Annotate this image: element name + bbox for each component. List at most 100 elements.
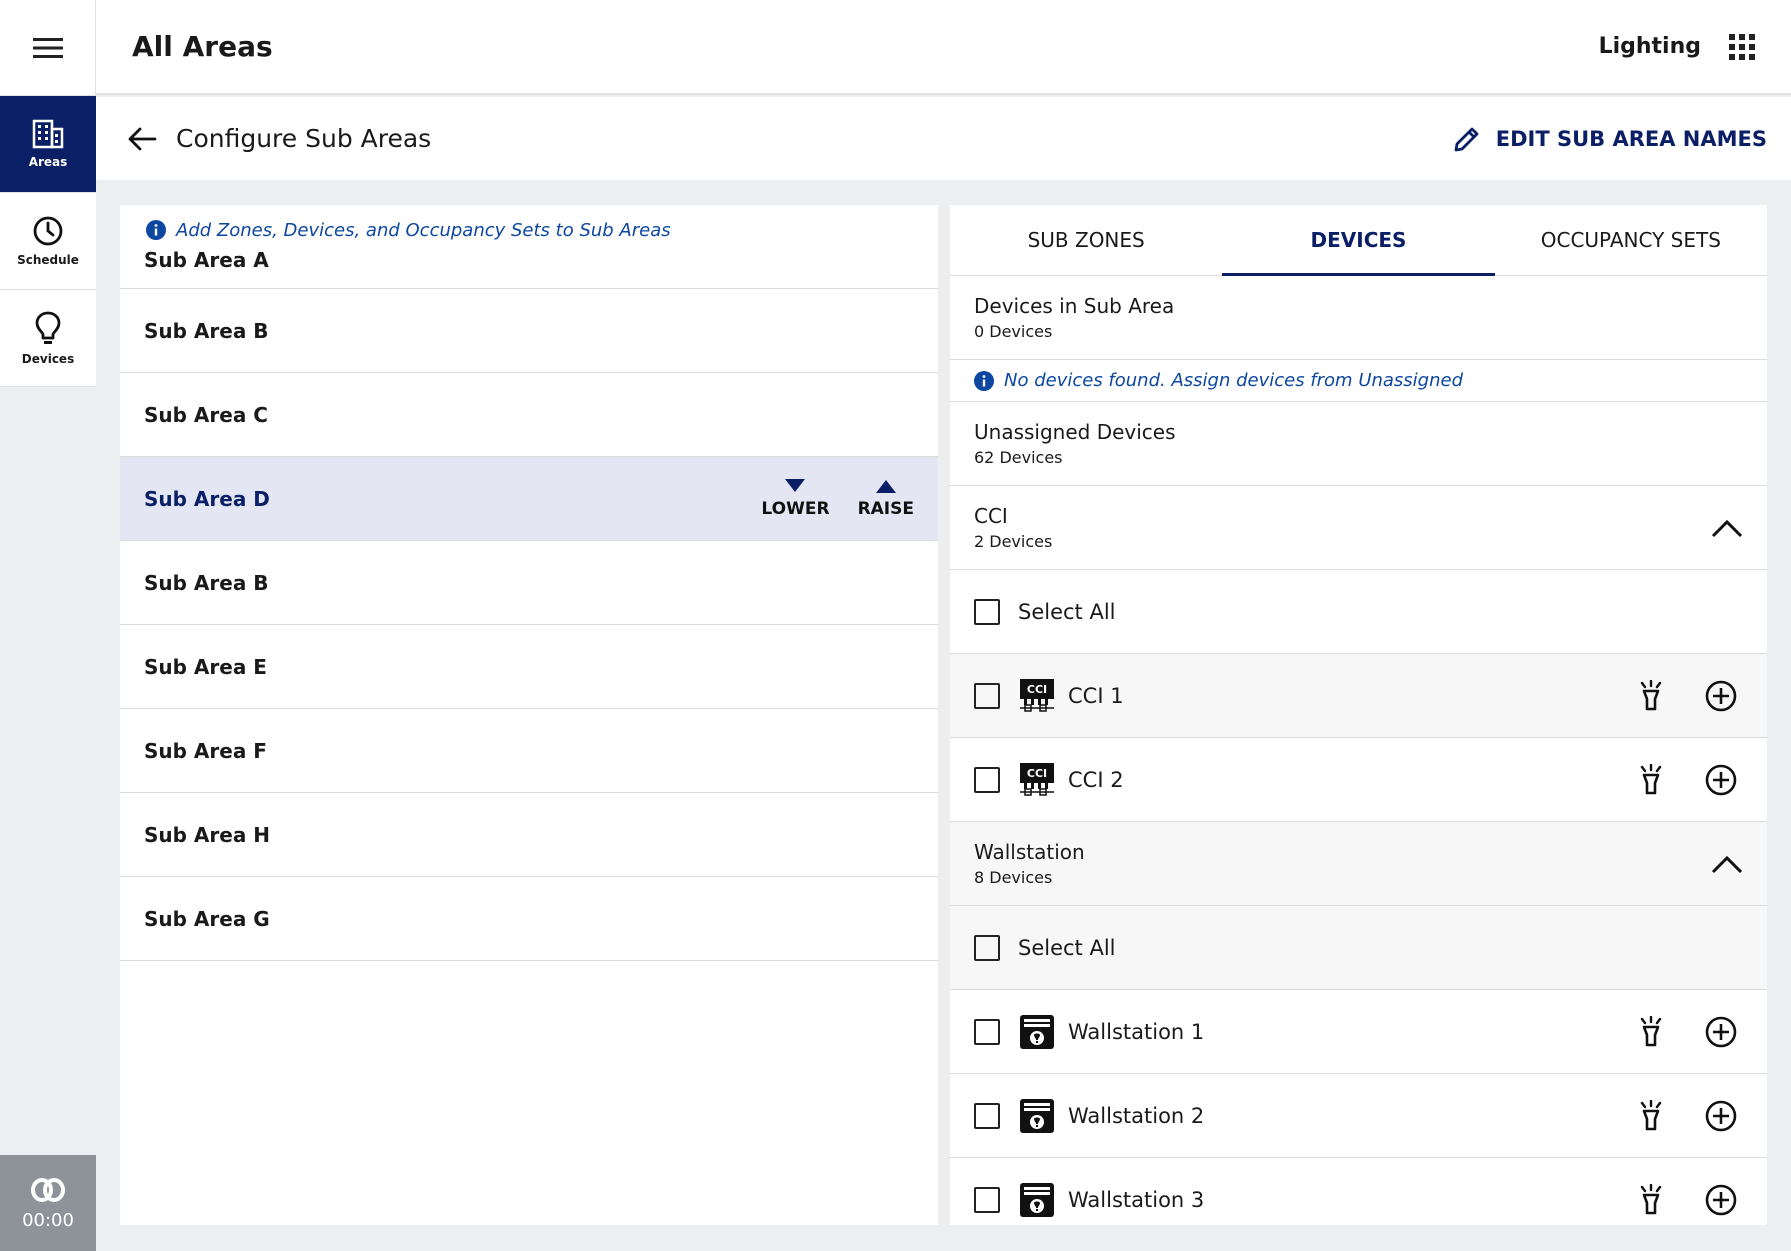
- rail-label-devices: Devices: [21, 352, 75, 366]
- list-item-selected[interactable]: Sub Area D LOWER RAISE: [120, 457, 938, 541]
- cci-device-icon: CCI: [1020, 762, 1054, 796]
- device-checkbox[interactable]: [974, 682, 1000, 709]
- context-label[interactable]: Lighting: [1599, 34, 1701, 59]
- unassigned-title: Unassigned Devices: [974, 420, 1176, 444]
- apps-grid-icon[interactable]: [1729, 33, 1755, 60]
- flashlight-icon: [1640, 763, 1662, 794]
- select-all-checkbox[interactable]: [974, 598, 1000, 625]
- device-checkbox[interactable]: [974, 1186, 1000, 1213]
- session-timer[interactable]: 00:00: [0, 1155, 96, 1251]
- list-item[interactable]: Sub Area F: [120, 709, 938, 793]
- edit-label: EDIT SUB AREA NAMES: [1495, 126, 1767, 151]
- sub-area-list: Sub Area A Sub Area B Sub Area C Sub Are…: [120, 241, 938, 961]
- rail-item-areas[interactable]: Areas: [0, 96, 96, 193]
- device-name: CCI 2: [1068, 767, 1124, 792]
- back-button[interactable]: [122, 119, 162, 159]
- list-item[interactable]: Sub Area B: [120, 541, 938, 625]
- add-to-sub-area-button[interactable]: [1699, 758, 1743, 802]
- unassigned-count: 62 Devices: [974, 448, 1063, 467]
- info-icon: [974, 370, 994, 391]
- triangle-up-icon: [875, 479, 896, 493]
- sub-area-name: Sub Area C: [144, 402, 268, 427]
- list-item[interactable]: Sub Area A: [120, 241, 938, 289]
- wallstation-icon: [1020, 1098, 1054, 1133]
- select-all-row[interactable]: Select All: [950, 906, 1767, 990]
- add-to-sub-area-button[interactable]: [1699, 674, 1743, 718]
- device-row[interactable]: CCI CCI 1: [950, 654, 1767, 738]
- add-to-sub-area-button[interactable]: [1699, 1094, 1743, 1138]
- lower-label: LOWER: [761, 498, 830, 519]
- devices-panel: SUB ZONES DEVICES OCCUPANCY SETS Devices…: [950, 205, 1767, 1225]
- sub-area-name: Sub Area E: [144, 654, 267, 679]
- plus-circle-icon: [1705, 680, 1737, 711]
- plus-circle-icon: [1705, 764, 1737, 795]
- sub-area-panel: Add Zones, Devices, and Occupancy Sets t…: [120, 205, 938, 1225]
- device-row[interactable]: Wallstation 1: [950, 990, 1767, 1074]
- page-title: All Areas: [132, 30, 273, 63]
- plus-circle-icon: [1705, 1184, 1737, 1215]
- device-row[interactable]: CCI CCI 2: [950, 738, 1767, 822]
- no-devices-text: No devices found. Assign devices from Un…: [1004, 370, 1464, 391]
- reorder-controls: LOWER RAISE: [761, 478, 914, 519]
- select-all-label: Select All: [1018, 935, 1116, 960]
- sub-area-name: Sub Area D: [144, 486, 270, 511]
- sub-area-name: Sub Area H: [144, 822, 271, 847]
- no-devices-hint: No devices found. Assign devices from Un…: [950, 360, 1767, 402]
- list-item[interactable]: Sub Area G: [120, 877, 938, 961]
- hint-text: Add Zones, Devices, and Occupancy Sets t…: [176, 219, 671, 241]
- edit-sub-area-names-button[interactable]: EDIT SUB AREA NAMES: [1452, 124, 1767, 154]
- rail-label-schedule: Schedule: [17, 253, 79, 267]
- list-item[interactable]: Sub Area B: [120, 289, 938, 373]
- list-item[interactable]: Sub Area C: [120, 373, 938, 457]
- device-name: CCI 1: [1068, 683, 1124, 708]
- identify-button[interactable]: [1629, 758, 1673, 802]
- add-to-sub-area-button[interactable]: [1699, 1010, 1743, 1054]
- unassigned-devices-section: Unassigned Devices 62 Devices: [950, 402, 1767, 486]
- info-icon: [146, 220, 166, 240]
- identify-button[interactable]: [1629, 1178, 1673, 1222]
- tab-occupancy-sets[interactable]: OCCUPANCY SETS: [1495, 205, 1767, 275]
- flashlight-icon: [1640, 1183, 1662, 1214]
- group-text: CCI 2 Devices: [974, 504, 1711, 551]
- group-header-wallstation[interactable]: Wallstation 8 Devices: [950, 822, 1767, 906]
- chevron-up-icon[interactable]: [1711, 518, 1743, 538]
- add-to-sub-area-button[interactable]: [1699, 1178, 1743, 1222]
- clock-icon: [33, 216, 63, 246]
- raise-button[interactable]: RAISE: [858, 479, 914, 519]
- tab-bar: SUB ZONES DEVICES OCCUPANCY SETS: [950, 205, 1767, 276]
- sub-area-name: Sub Area G: [144, 906, 270, 931]
- sub-area-name: Sub Area B: [144, 318, 269, 343]
- tab-sub-zones[interactable]: SUB ZONES: [950, 205, 1222, 275]
- triangle-down-icon: [785, 478, 806, 492]
- list-item[interactable]: Sub Area E: [120, 625, 938, 709]
- identify-button[interactable]: [1629, 1094, 1673, 1138]
- lower-button[interactable]: LOWER: [761, 478, 830, 519]
- sub-area-name: Sub Area B: [144, 570, 269, 595]
- device-checkbox[interactable]: [974, 1018, 1000, 1045]
- list-item[interactable]: Sub Area H: [120, 793, 938, 877]
- group-name: CCI: [974, 504, 1008, 528]
- tab-devices[interactable]: DEVICES: [1222, 205, 1495, 276]
- rail-item-schedule[interactable]: Schedule: [0, 193, 96, 290]
- select-all-checkbox[interactable]: [974, 934, 1000, 961]
- sub-area-hint: Add Zones, Devices, and Occupancy Sets t…: [120, 205, 938, 241]
- flashlight-icon: [1640, 1099, 1662, 1130]
- group-count: 8 Devices: [974, 868, 1053, 887]
- link-icon: [31, 1177, 65, 1202]
- device-row[interactable]: Wallstation 3: [950, 1158, 1767, 1225]
- chevron-up-icon[interactable]: [1711, 854, 1743, 874]
- top-bar: All Areas Lighting: [96, 0, 1791, 95]
- device-checkbox[interactable]: [974, 766, 1000, 793]
- rail-label-areas: Areas: [28, 155, 68, 169]
- device-checkbox[interactable]: [974, 1102, 1000, 1129]
- identify-button[interactable]: [1629, 674, 1673, 718]
- device-row[interactable]: Wallstation 2: [950, 1074, 1767, 1158]
- group-header-cci[interactable]: CCI 2 Devices: [950, 486, 1767, 570]
- rail-item-devices[interactable]: Devices: [0, 290, 96, 387]
- configure-title: Configure Sub Areas: [176, 124, 432, 153]
- menu-button[interactable]: [0, 0, 96, 96]
- plus-circle-icon: [1705, 1100, 1737, 1131]
- identify-button[interactable]: [1629, 1010, 1673, 1054]
- group-name: Wallstation: [974, 840, 1085, 864]
- select-all-row[interactable]: Select All: [950, 570, 1767, 654]
